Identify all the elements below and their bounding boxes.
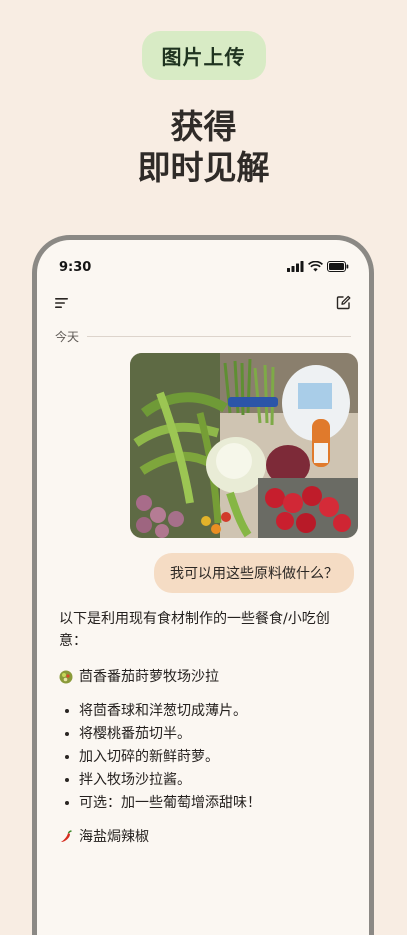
salad-icon: [59, 670, 73, 684]
reply-intro: 以下是利用现有食材制作的一些餐食/小吃创意：: [59, 611, 330, 649]
new-chat-icon[interactable]: [336, 295, 351, 310]
divider-line: [87, 336, 351, 337]
dish-title-1-text: 茴香番茄莳萝牧场沙拉: [79, 669, 219, 685]
list-item: 加入切碎的新鲜莳萝。: [59, 746, 351, 768]
list-item: 可选：加一些葡萄增添甜味！: [59, 792, 351, 814]
battery-icon: [327, 261, 349, 272]
headline-line-2: 即时见解: [137, 148, 270, 187]
date-divider-label: 今天: [55, 330, 80, 344]
dish-title-2: 海盐焗辣椒: [59, 826, 351, 848]
signal-icon: [287, 261, 304, 272]
phone-mockup: 9:30 今天 我可以用这些原料做什么？ 以下是利用现有食材制作的一些餐食/小吃…: [32, 235, 374, 935]
feature-badge: 图片上传: [141, 31, 266, 80]
wifi-icon: [308, 261, 323, 272]
chili-pepper-icon: [61, 830, 72, 842]
user-message-bubble: 我可以用这些原料做什么？: [154, 553, 354, 593]
menu-icon[interactable]: [55, 297, 69, 309]
page-headline: 获得 即时见解: [0, 106, 407, 188]
list-item: 将茴香球和洋葱切成薄片。: [59, 700, 351, 722]
date-divider: 今天: [55, 328, 351, 345]
headline-line-1: 获得: [170, 107, 237, 146]
status-bar: 9:30: [59, 260, 349, 276]
dish-title-2-text: 海盐焗辣椒: [79, 829, 149, 845]
status-icons: [287, 261, 349, 272]
chat-toolbar: [55, 295, 351, 315]
dish-1-steps: 将茴香球和洋葱切成薄片。 将樱桃番茄切半。 加入切碎的新鲜莳萝。 拌入牧场沙拉酱…: [59, 700, 351, 814]
uploaded-photo[interactable]: [130, 353, 358, 538]
list-item: 拌入牧场沙拉酱。: [59, 769, 351, 791]
list-item: 将樱桃番茄切半。: [59, 723, 351, 745]
status-time: 9:30: [59, 260, 92, 275]
assistant-reply: 以下是利用现有食材制作的一些餐食/小吃创意： 茴香番茄莳萝牧场沙拉 将茴香球和洋…: [59, 608, 351, 848]
dish-title-1: 茴香番茄莳萝牧场沙拉: [59, 666, 351, 688]
produce-photo-illustration: [130, 353, 358, 538]
